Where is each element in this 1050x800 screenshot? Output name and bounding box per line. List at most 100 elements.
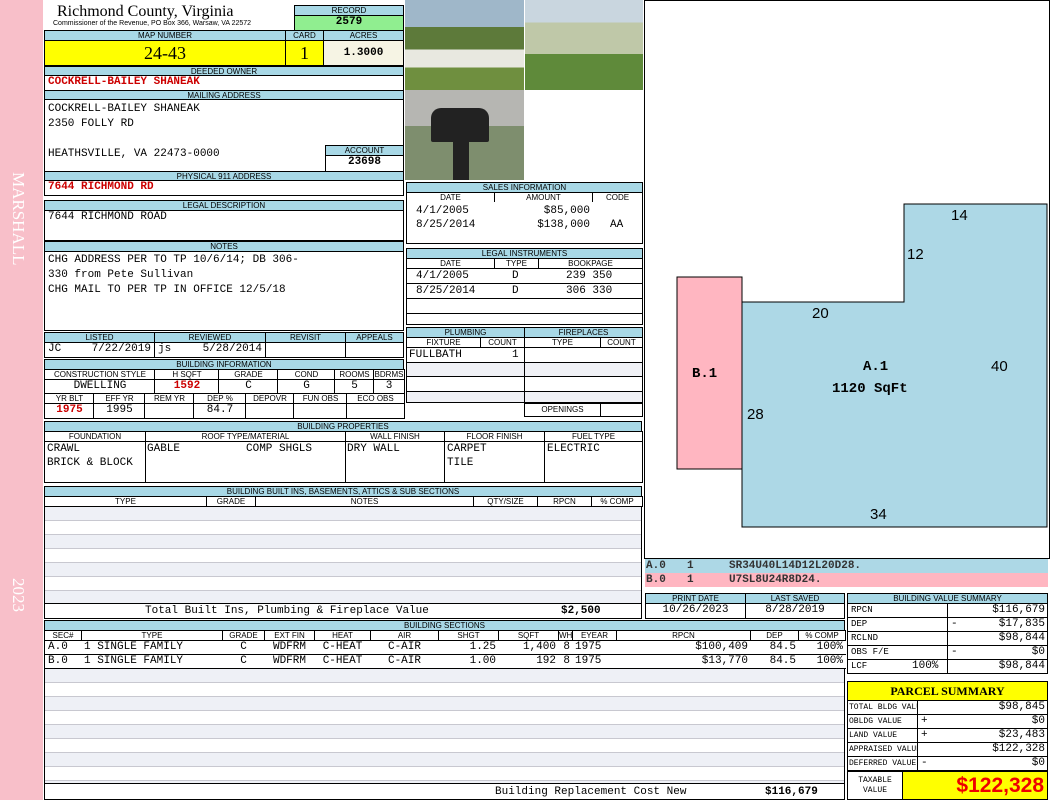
parcel-summary-key: TOTAL BLDG VALUE (847, 700, 918, 715)
year-label: 2023 (9, 578, 28, 612)
sketch-line-b: B.0 1 U7SL8U24R8D24. (645, 573, 1048, 587)
property-value: GABLE (147, 443, 181, 455)
section-cell: 84.5 (750, 640, 799, 655)
reviewed-value: js 5/28/2014 (154, 342, 266, 358)
section-cell: 1.00 (438, 654, 499, 669)
dim-label: 20 (812, 305, 829, 322)
instrument-type: D (512, 285, 519, 297)
col-header: RPCN (537, 496, 592, 507)
appeals-value (345, 342, 404, 358)
sketch-line-a: A.0 1 SR34U40L14D12L20D28. (645, 559, 1048, 573)
mailbox-photo[interactable] (405, 90, 524, 180)
sketch-area[interactable]: 14 12 20 40 28 34 B.1 A.1 1120 SqFt (644, 0, 1050, 559)
parcel-summary-value: $122,328 (992, 743, 1045, 755)
last-saved: 8/28/2019 (745, 603, 845, 619)
instrument-bookpage: 306 330 (566, 285, 613, 297)
section-cell: C-AIR (370, 640, 439, 655)
map-number: 24-43 (44, 40, 286, 66)
section-a-label: A.1 (863, 359, 888, 375)
property-value: CRAWL (47, 443, 81, 455)
building-value: 3 (373, 379, 405, 394)
physical-address: 7644 RICHMOND RD (44, 180, 404, 196)
fixture-count: 1 (512, 349, 519, 361)
section-cell: 1,400 (498, 640, 559, 655)
acres-value: 1.3000 (323, 40, 404, 66)
house-photo-2[interactable] (525, 0, 643, 90)
dim-label: 12 (907, 246, 924, 263)
value-summary-value: $98,844 (998, 632, 1045, 644)
value-summary-key: RPCN (847, 603, 948, 618)
building-value: C (218, 379, 279, 394)
section-cell: 1 SINGLE FAMILY (81, 654, 223, 669)
section-cell: C-HEAT (314, 640, 371, 655)
legal-description: 7644 RICHMOND ROAD (44, 210, 404, 241)
house-photo[interactable] (405, 0, 524, 90)
property-value: CARPET (447, 443, 487, 455)
section-a-area: 1120 SqFt (832, 381, 908, 397)
replacement-value: $116,679 (765, 786, 818, 798)
value-sign: + (921, 715, 928, 727)
fireplaces-table (524, 347, 643, 403)
sidebar: MARSHALL 2023 (0, 0, 43, 800)
dim-label: 28 (747, 406, 764, 423)
building-value (144, 403, 195, 419)
property-value: DRY WALL (347, 443, 400, 455)
listed-value: JC 7/22/2019 (44, 342, 155, 358)
openings-label: OPENINGS (524, 403, 601, 417)
section-cell: C-AIR (370, 654, 439, 669)
sale-amount: $138,000 (537, 219, 590, 231)
section-cell: 1 SINGLE FAMILY (81, 640, 223, 655)
property-value: TILE (447, 457, 474, 469)
value-summary-key: OBS F/E (847, 645, 948, 660)
value-sign: - (951, 646, 958, 658)
parcel-summary-value: $0 (1031, 715, 1045, 727)
parcel-summary-value: $0 (1031, 757, 1045, 769)
taxable-value: $122,328 (902, 771, 1048, 800)
note-line: CHG MAIL TO PER TP IN OFFICE 12/5/18 (48, 284, 286, 296)
col-header: GRADE (206, 496, 256, 507)
building-value: 84.7 (193, 403, 247, 419)
instrument-bookpage: 239 350 (566, 270, 613, 282)
sale-date: 8/25/2014 (416, 219, 476, 231)
building-value: 1975 (44, 403, 95, 419)
section-cell: 84.5 (750, 654, 799, 669)
fixture-type: FULLBATH (409, 349, 462, 361)
building-value: 1592 (154, 379, 220, 394)
section-cell: B.0 (44, 654, 82, 669)
district-label: MARSHALL (9, 172, 28, 266)
section-cell: 1975 (572, 654, 617, 669)
property-value: BRICK & BLOCK (47, 457, 133, 469)
taxable-label: TAXABLE VALUE (847, 771, 903, 800)
building-value: DWELLING (44, 379, 156, 394)
instrument-date: 8/25/2014 (416, 285, 476, 297)
openings-value (600, 403, 643, 417)
value-sign: + (921, 729, 928, 741)
instrument-type: D (512, 270, 519, 282)
parcel-summary-value: $23,483 (998, 729, 1045, 741)
replacement-label: Building Replacement Cost New (495, 786, 687, 798)
building-value: 1995 (93, 403, 146, 419)
sale-code: AA (610, 219, 624, 231)
note-line: CHG ADDRESS PER TO TP 10/6/14; DB 306- (48, 254, 299, 266)
building-value (346, 403, 405, 419)
sections-empty-rows (44, 668, 845, 784)
parcel-summary-key: LAND VALUE (847, 728, 918, 743)
print-date: 10/26/2023 (645, 603, 746, 619)
section-cell: 8 (558, 640, 573, 655)
instrument-date: 4/1/2005 (416, 270, 469, 282)
value-sign: - (951, 618, 958, 630)
section-cell: 1.25 (438, 640, 499, 655)
section-cell: $100,409 (616, 640, 751, 655)
property-value: COMP SHGLS (246, 443, 313, 455)
value-summary-value: $116,679 (992, 604, 1045, 616)
office-subtitle: Commissioner of the Revenue, PO Box 366,… (53, 20, 252, 27)
value-summary-value: $98,844 (998, 660, 1045, 672)
lcf-percent: 100% (912, 660, 939, 672)
col-header: NOTES (255, 496, 474, 507)
section-cell: A.0 (44, 640, 82, 655)
value-summary-value: $17,835 (998, 618, 1045, 630)
builtins-total-value: $2,500 (561, 605, 601, 617)
building-value: 5 (334, 379, 375, 394)
notes-text: CHG ADDRESS PER TO TP 10/6/14; DB 306- 3… (44, 251, 404, 331)
record-value: 2579 (294, 15, 404, 31)
